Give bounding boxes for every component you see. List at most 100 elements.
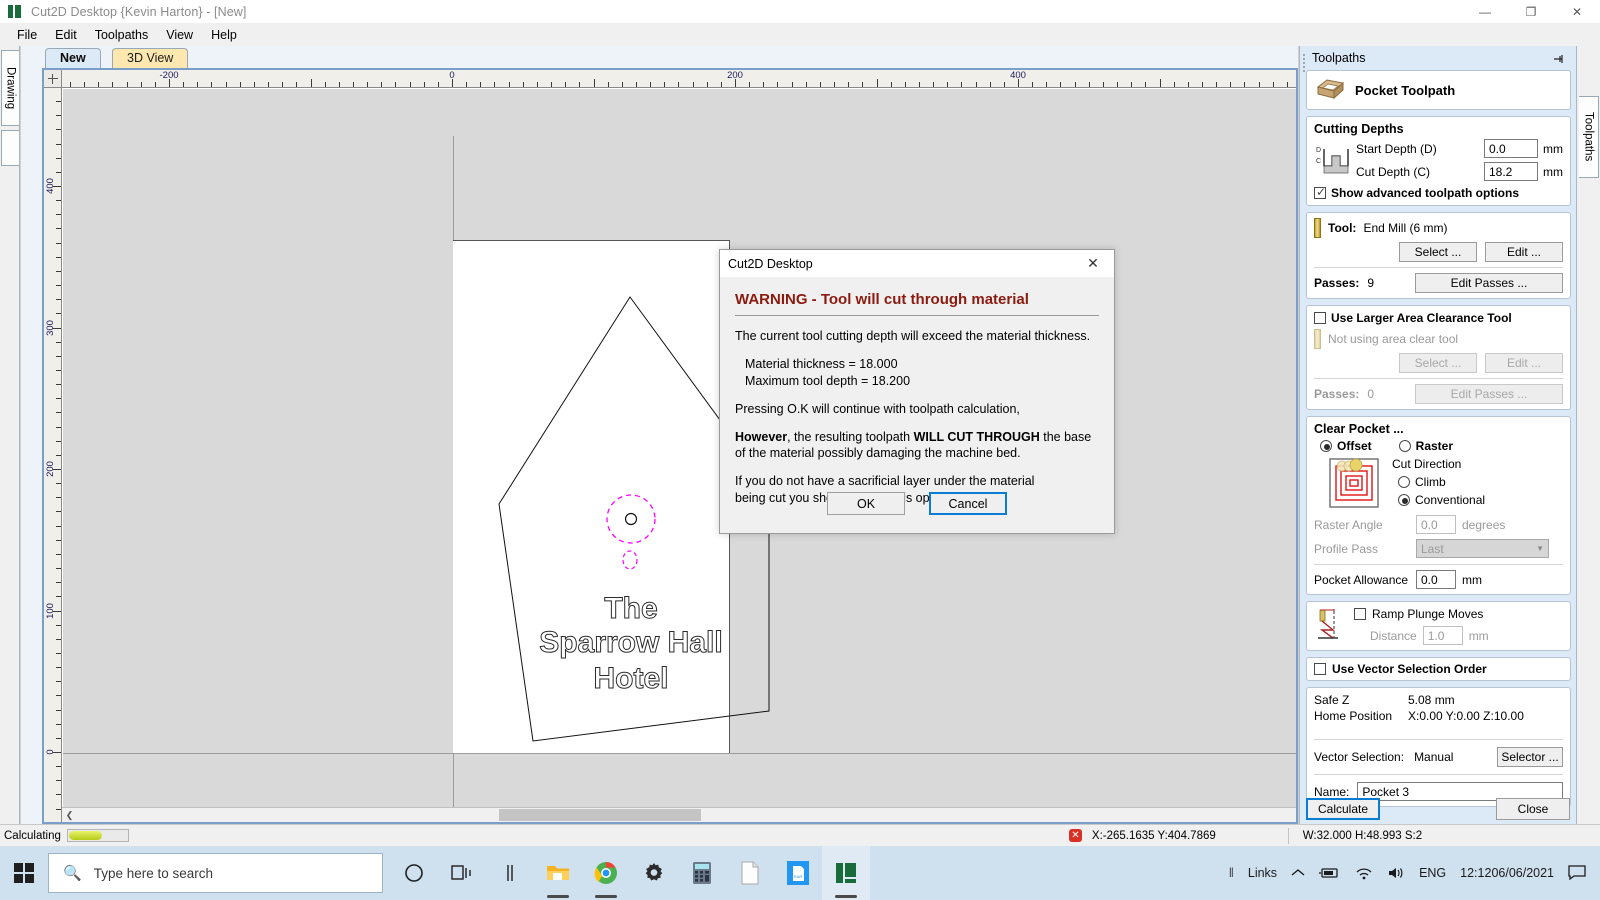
ruler-tick — [56, 497, 61, 498]
menu-toolpaths[interactable]: Toolpaths — [86, 25, 158, 45]
ramp-plunge-group: Ramp Plunge Moves Distance mm — [1306, 601, 1571, 651]
left-tab-secondary[interactable] — [1, 130, 19, 166]
climb-label: Climb — [1415, 475, 1446, 489]
selector-button[interactable]: Selector ... — [1497, 747, 1563, 767]
battery-icon[interactable] — [1312, 866, 1348, 880]
task-view-icon[interactable] — [438, 846, 486, 900]
offset-radio[interactable] — [1320, 440, 1332, 452]
settings-gear-icon[interactable] — [630, 846, 678, 900]
tab-new[interactable]: New — [45, 48, 101, 68]
ruler-tick — [1145, 82, 1146, 87]
ruler-tick — [1273, 82, 1274, 87]
document-icon[interactable] — [726, 846, 774, 900]
start-depth-units: mm — [1543, 142, 1563, 156]
conventional-radio[interactable] — [1398, 494, 1410, 506]
menu-file[interactable]: File — [8, 25, 46, 45]
panel-grip[interactable] — [1302, 52, 1307, 70]
use-area-clearance-checkbox[interactable] — [1314, 312, 1326, 324]
use-vector-order-checkbox[interactable] — [1314, 663, 1326, 675]
ruler-tick — [664, 82, 665, 87]
ruler-tick — [891, 82, 892, 87]
ruler-tick — [56, 214, 61, 215]
tool-select-button[interactable]: Select ... — [1399, 242, 1477, 262]
ruler-tick — [56, 342, 61, 343]
start-depth-input[interactable] — [1484, 139, 1538, 158]
tool-edit-button[interactable]: Edit ... — [1485, 242, 1563, 262]
area-clear-passes-value: 0 — [1367, 387, 1374, 401]
pause-bars-icon[interactable] — [486, 846, 534, 900]
toolpaths-footer: Calculate Close — [1306, 798, 1570, 820]
ruler-tick — [56, 398, 61, 399]
chevron-up-icon[interactable] — [1284, 868, 1312, 878]
tool-value: End Mill (6 mm) — [1363, 221, 1447, 235]
ruler-tick — [56, 809, 61, 810]
winrar-icon[interactable]: RAR — [774, 846, 822, 900]
scroll-left-arrow[interactable]: ❮ — [62, 808, 77, 822]
offset-strategy-icon — [1328, 457, 1380, 509]
cut-depth-input[interactable] — [1484, 162, 1538, 181]
area-clear-edit-passes-button[interactable]: Edit Passes ... — [1415, 384, 1563, 404]
use-area-clearance-label: Use Larger Area Clearance Tool — [1331, 311, 1512, 325]
wifi-icon[interactable] — [1348, 866, 1380, 880]
file-explorer-icon[interactable] — [534, 846, 582, 900]
ramp-plunge-checkbox[interactable] — [1354, 608, 1366, 620]
taskbar-search[interactable]: 🔍 Type here to search — [48, 853, 383, 893]
tray-links-label[interactable]: Links — [1241, 866, 1284, 880]
ruler-tick — [622, 82, 623, 87]
cut2d-taskbar-icon[interactable] — [822, 846, 870, 900]
show-advanced-checkbox[interactable] — [1314, 187, 1326, 199]
warning-dialog: Cut2D Desktop ✕ WARNING - Tool will cut … — [719, 249, 1115, 534]
ruler-tick — [56, 271, 61, 272]
start-button[interactable] — [0, 846, 48, 900]
menu-edit[interactable]: Edit — [46, 25, 86, 45]
taskbar-clock[interactable]: 12:12 06/06/2021 — [1453, 865, 1561, 882]
pocket-allowance-input[interactable] — [1416, 570, 1456, 589]
maximize-button[interactable]: ❐ — [1508, 0, 1554, 24]
maximum-tool-depth-text: Maximum tool depth = 18.200 — [745, 373, 1099, 390]
ruler-tick — [919, 82, 920, 87]
minimize-button[interactable]: — — [1462, 0, 1508, 24]
ruler-origin-box[interactable] — [44, 70, 62, 88]
volume-icon[interactable] — [1380, 866, 1412, 880]
chrome-icon[interactable] — [582, 846, 630, 900]
ruler-tick — [1230, 82, 1231, 87]
pin-icon[interactable] — [1552, 52, 1566, 66]
ruler-tick — [211, 82, 212, 87]
error-icon[interactable]: ✕ — [1069, 829, 1082, 842]
ruler-tick — [480, 82, 481, 87]
raster-radio[interactable] — [1399, 440, 1411, 452]
dialog-paragraph-2: Pressing O.K will continue with toolpath… — [735, 401, 1099, 418]
profile-pass-select[interactable]: Last ▼ — [1416, 539, 1549, 558]
tab-3d-view[interactable]: 3D View — [112, 48, 188, 68]
close-button[interactable]: ✕ — [1554, 0, 1600, 24]
language-indicator[interactable]: ENG — [1412, 866, 1453, 880]
cutting-depths-group: Cutting Depths D C Start Depth (D) — [1306, 116, 1571, 206]
dialog-ok-button[interactable]: OK — [827, 492, 905, 515]
ruler-tick — [693, 82, 694, 87]
calculator-icon[interactable] — [678, 846, 726, 900]
safe-z-value: 5.08 mm — [1408, 693, 1455, 707]
ruler-tick — [961, 82, 962, 87]
ramp-plunge-icon — [1314, 607, 1344, 643]
ruler-tick — [56, 115, 61, 116]
tab-toolpaths[interactable]: Toolpaths — [1579, 96, 1599, 178]
dialog-close-icon[interactable]: ✕ — [1072, 250, 1114, 277]
area-clear-edit-button[interactable]: Edit ... — [1485, 353, 1563, 373]
edit-passes-button[interactable]: Edit Passes ... — [1415, 273, 1563, 293]
climb-radio[interactable] — [1398, 476, 1410, 488]
menu-view[interactable]: View — [157, 25, 202, 45]
calculate-button[interactable]: Calculate — [1306, 798, 1380, 820]
ruler-label: 0 — [45, 749, 56, 754]
dialog-cancel-button[interactable]: Cancel — [929, 492, 1007, 515]
menu-help[interactable]: Help — [202, 25, 246, 45]
action-center-icon[interactable] — [1561, 865, 1600, 881]
use-vector-order-label: Use Vector Selection Order — [1332, 662, 1487, 676]
cortana-icon[interactable] — [390, 846, 438, 900]
scrollbar-thumb[interactable] — [499, 809, 701, 821]
canvas-horizontal-scrollbar[interactable]: ❮ — [62, 807, 1296, 822]
raster-angle-input[interactable] — [1416, 515, 1456, 534]
area-clear-select-button[interactable]: Select ... — [1399, 353, 1477, 373]
ramp-distance-input[interactable] — [1423, 626, 1463, 645]
tab-drawing[interactable]: Drawing — [1, 50, 19, 126]
close-panel-button[interactable]: Close — [1496, 798, 1570, 820]
